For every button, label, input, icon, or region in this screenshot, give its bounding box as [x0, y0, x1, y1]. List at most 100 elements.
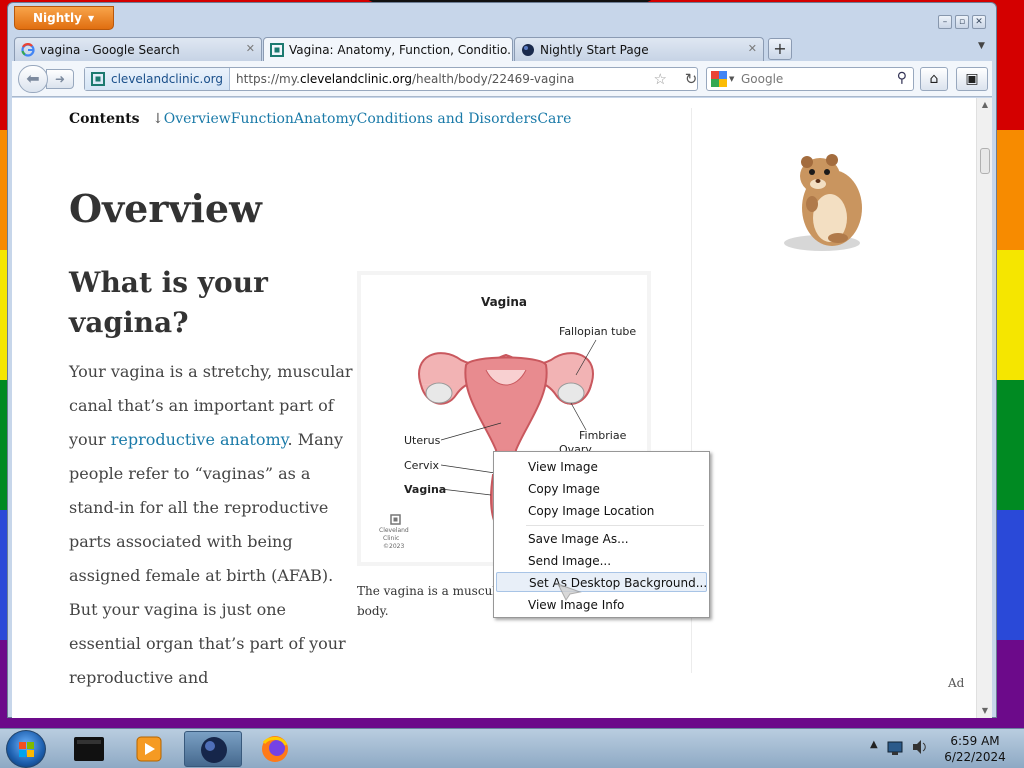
- new-tab-button[interactable]: +: [768, 38, 792, 60]
- menu-item-copy-image-location[interactable]: Copy Image Location: [496, 501, 707, 521]
- logo-text: ©2023: [383, 543, 405, 550]
- minimize-button[interactable]: –: [938, 15, 952, 29]
- contents-link-overview[interactable]: Overview: [164, 111, 231, 127]
- reproductive-anatomy-link[interactable]: reproductive anatomy: [111, 430, 288, 449]
- tab-cleveland-clinic[interactable]: Vagina: Anatomy, Function, Conditio...: [263, 37, 513, 61]
- ad-label: Ad: [948, 676, 965, 690]
- reload-icon: ↻: [684, 70, 698, 88]
- tab-close-icon[interactable]: ✕: [246, 42, 255, 55]
- cleveland-clinic-favicon-icon: [270, 42, 284, 57]
- url-bar[interactable]: clevelandclinic.org https://my.cleveland…: [84, 67, 698, 91]
- contents-nav: Contents ↓OverviewFunctionAnatomyConditi…: [69, 111, 571, 127]
- contents-link-anatomy[interactable]: Anatomy: [294, 111, 357, 127]
- page-title: Overview: [69, 186, 262, 231]
- menu-item-send-image[interactable]: Send Image...: [496, 551, 707, 571]
- taskbar-app-nightly[interactable]: [184, 731, 242, 767]
- maximize-button[interactable]: ▫: [955, 15, 969, 29]
- url-host: clevelandclinic.org: [299, 72, 412, 86]
- body-paragraph: Your vagina is a stretchy, muscular cana…: [69, 355, 354, 695]
- menu-item-save-image-as[interactable]: Save Image As...: [496, 529, 707, 549]
- menu-separator: [526, 525, 704, 526]
- label-fimbriae: Fimbriae: [579, 429, 627, 442]
- arrow-down-icon: ↓: [152, 111, 164, 127]
- volume-icon[interactable]: [910, 737, 930, 757]
- page-content: Contents ↓OverviewFunctionAnatomyConditi…: [12, 98, 976, 718]
- arrow-left-icon: ⬅: [26, 69, 40, 88]
- menu-item-copy-image[interactable]: Copy Image: [496, 479, 707, 499]
- menu-item-view-image-info[interactable]: View Image Info: [496, 595, 707, 615]
- url-text[interactable]: https://my.clevelandclinic.org/health/bo…: [230, 72, 574, 86]
- network-icon[interactable]: [886, 739, 906, 757]
- nightly-favicon-icon: [521, 43, 535, 57]
- puzzle-icon: ▣: [965, 71, 979, 87]
- site-identity-button[interactable]: clevelandclinic.org: [85, 68, 231, 90]
- tab-bar: vagina - Google Search ✕ Vagina: Anatomy…: [12, 35, 992, 61]
- addons-button[interactable]: ▣: [956, 67, 988, 91]
- label-cervix: Cervix: [404, 459, 440, 472]
- google-favicon-icon: [21, 42, 35, 57]
- label-vagina: Vagina: [404, 483, 447, 496]
- arrow-right-icon: ➜: [54, 72, 66, 86]
- back-button[interactable]: ⬅: [18, 65, 48, 93]
- logo-text: Cleveland: [379, 527, 409, 534]
- contents-link-conditions[interactable]: Conditions and Disorders: [357, 111, 538, 127]
- start-button[interactable]: [6, 730, 46, 768]
- contents-link-function[interactable]: Function: [231, 111, 294, 127]
- system-tray: ▲: [870, 729, 934, 768]
- terminal-icon: [74, 737, 104, 761]
- menu-item-set-desktop-background[interactable]: Set As Desktop Background...: [496, 572, 707, 592]
- nightly-menu-button[interactable]: Nightly ▼: [14, 6, 114, 30]
- tab-label: Vagina: Anatomy, Function, Conditio...: [289, 42, 513, 57]
- tab-nightly-start-page[interactable]: Nightly Start Page ✕: [514, 37, 764, 61]
- search-placeholder: Google: [741, 72, 784, 86]
- search-engine-selector[interactable]: ▼: [707, 71, 737, 87]
- taskbar-app-media-player[interactable]: [120, 731, 178, 767]
- para-text: . Many people refer to “vaginas” as a st…: [69, 430, 346, 687]
- show-hidden-icons-icon[interactable]: ▲: [870, 739, 878, 750]
- search-icon[interactable]: ⚲: [897, 70, 907, 86]
- logo-text: Clinic: [383, 535, 400, 542]
- mouse-cursor-icon: [556, 583, 582, 601]
- google-engine-icon: [711, 71, 727, 87]
- forward-button[interactable]: ➜: [46, 69, 74, 89]
- scroll-up-arrow-icon[interactable]: ▲: [977, 98, 993, 112]
- clock-date: 6/22/2024: [944, 750, 1006, 764]
- media-player-icon: [136, 736, 162, 762]
- section-heading: What is your vagina?: [69, 266, 268, 339]
- taskbar-clock[interactable]: 6:59 AM 6/22/2024: [940, 733, 1010, 765]
- tab-close-icon[interactable]: ✕: [748, 42, 757, 55]
- taskbar-app-firefox[interactable]: [246, 731, 304, 767]
- label-fallopian-tube: Fallopian tube: [559, 325, 637, 338]
- reload-button[interactable]: ↻: [680, 67, 702, 91]
- chevron-down-icon: ▼: [729, 75, 735, 83]
- taskbar-app-terminal[interactable]: [60, 731, 118, 767]
- cleveland-clinic-favicon-icon: [91, 72, 105, 86]
- windows-logo-icon: [19, 742, 34, 757]
- contents-link-care[interactable]: Care: [537, 111, 571, 127]
- page-scrollbar[interactable]: ▲ ▼: [976, 98, 992, 718]
- menu-item-view-image[interactable]: View Image: [496, 457, 707, 477]
- nightly-menu-label: Nightly: [33, 11, 82, 25]
- taskbar: ▲ 6:59 AM 6/22/2024: [0, 728, 1024, 768]
- firefox-icon: [262, 736, 288, 762]
- home-icon: ⌂: [929, 71, 939, 87]
- tab-google-search[interactable]: vagina - Google Search ✕: [14, 37, 262, 61]
- chevron-down-icon: ▼: [87, 13, 95, 23]
- nightly-icon: [201, 737, 227, 763]
- navigation-toolbar: ➜ ⬅ clevelandclinic.org https://my.cleve…: [12, 61, 992, 97]
- tab-list-dropdown-icon[interactable]: ▼: [978, 41, 985, 51]
- close-window-button[interactable]: ✕: [972, 15, 986, 29]
- contents-label: Contents: [69, 111, 140, 127]
- home-button[interactable]: ⌂: [920, 67, 948, 91]
- tab-label: Nightly Start Page: [540, 42, 649, 57]
- scroll-down-arrow-icon[interactable]: ▼: [977, 704, 993, 718]
- clock-time: 6:59 AM: [950, 734, 1000, 748]
- site-identity-label: clevelandclinic.org: [111, 72, 224, 86]
- bookmark-star-icon[interactable]: ☆: [654, 70, 667, 88]
- url-prefix: https://my.: [236, 72, 300, 86]
- scrollbar-thumb[interactable]: [980, 148, 990, 174]
- cleveland-clinic-logo: Cleveland Clinic ©2023: [379, 527, 409, 551]
- url-path: /health/body/22469-vagina: [411, 72, 575, 86]
- search-bar[interactable]: ▼ Google ⚲: [706, 67, 914, 91]
- tab-label: vagina - Google Search: [40, 42, 180, 57]
